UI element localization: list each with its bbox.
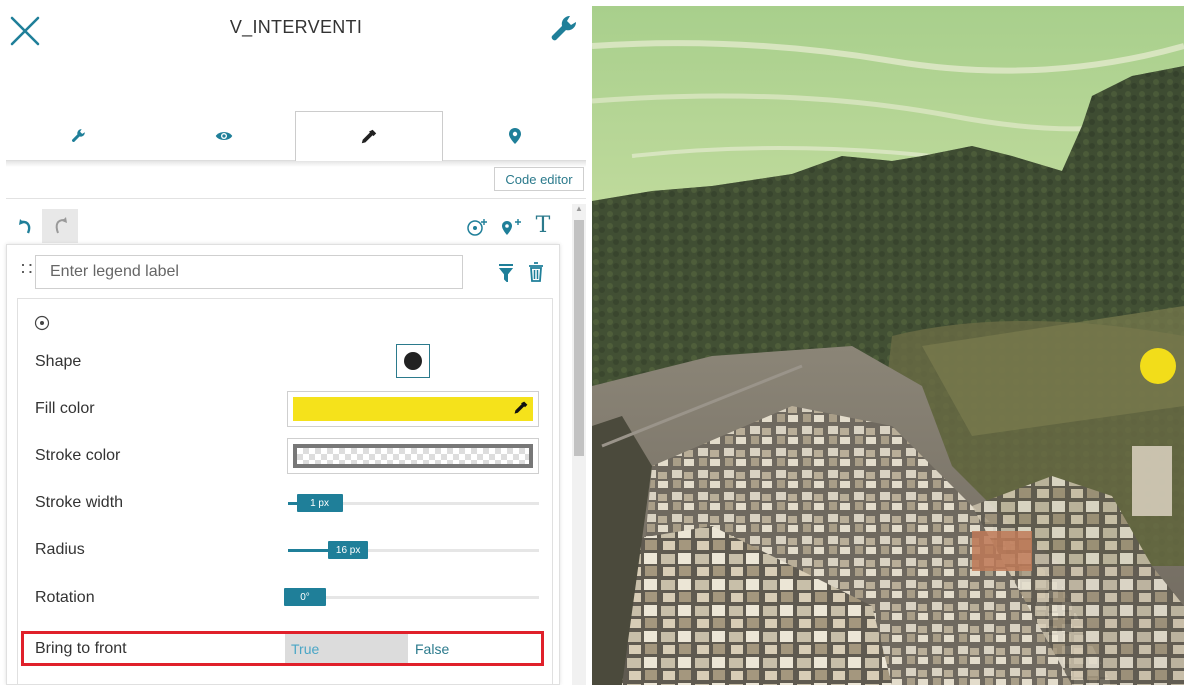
legend-item-card: ∷ Shape Fill color St	[6, 244, 560, 685]
tab-location[interactable]	[443, 111, 586, 161]
panel-title: V_INTERVENTI	[229, 17, 363, 37]
tab-style[interactable]	[295, 111, 443, 162]
map-point-marker[interactable]	[1140, 348, 1176, 384]
radius-slider[interactable]: 16 px	[288, 538, 539, 562]
stroke-color-swatch	[293, 444, 533, 468]
trash-icon[interactable]	[525, 259, 547, 285]
code-editor-button[interactable]: Code editor	[494, 167, 584, 191]
fill-color-picker[interactable]	[287, 391, 539, 427]
style-tabs	[6, 111, 586, 162]
drag-handle-icon[interactable]: ∷	[21, 254, 35, 284]
terrain-scene	[592, 6, 1184, 685]
redo-icon[interactable]	[42, 209, 78, 243]
stroke-width-label: Stroke width	[35, 494, 124, 511]
divider	[6, 198, 586, 199]
eyedropper-icon	[361, 129, 377, 143]
rotation-handle[interactable]: 0°	[284, 588, 326, 606]
rotation-label: Rotation	[35, 589, 95, 606]
wrench-icon	[71, 129, 85, 142]
filter-icon[interactable]	[495, 261, 517, 285]
circle-shape-icon	[404, 352, 422, 370]
fill-color-swatch	[293, 397, 533, 421]
wrench-icon[interactable]	[548, 12, 582, 46]
stroke-width-slider[interactable]: 1 px	[288, 491, 539, 515]
add-point-symbol-icon[interactable]	[464, 214, 490, 240]
radius-label: Radius	[35, 541, 85, 558]
add-marker-icon[interactable]	[498, 214, 524, 240]
layer-style-panel: V_INTERVENTI Code editor T ▲ ∷ Enter leg…	[0, 0, 592, 685]
panel-scrollbar[interactable]: ▲	[572, 204, 586, 685]
symbol-style-box: Shape Fill color Stroke color Stroke wid…	[17, 298, 553, 685]
eyedropper-icon	[514, 401, 528, 414]
bring-to-front-false-option[interactable]: False	[409, 634, 529, 663]
stroke-color-picker[interactable]	[287, 438, 539, 474]
bring-to-front-row: Bring to front True False	[21, 631, 544, 666]
stroke-width-handle[interactable]: 1 px	[296, 494, 343, 512]
shape-label: Shape	[35, 353, 82, 370]
bring-to-front-true-option[interactable]: True	[285, 634, 408, 663]
tab-settings[interactable]	[6, 111, 151, 161]
shape-picker-button[interactable]	[396, 344, 430, 378]
map-3d-view[interactable]	[592, 6, 1184, 685]
undo-icon[interactable]	[14, 213, 38, 241]
tab-visibility[interactable]	[151, 111, 296, 161]
eye-icon	[215, 132, 232, 140]
stroke-color-label: Stroke color	[35, 447, 121, 464]
add-text-button[interactable]: T	[530, 210, 556, 240]
map-pin-icon	[508, 128, 521, 144]
rotation-slider[interactable]: 0°	[284, 585, 539, 609]
scroll-up-arrow-icon[interactable]: ▲	[572, 204, 586, 216]
legend-label-input[interactable]	[35, 255, 463, 289]
fill-color-label: Fill color	[35, 400, 95, 417]
point-symbol-icon	[34, 315, 50, 331]
bring-to-front-label: Bring to front	[35, 640, 127, 657]
scroll-thumb[interactable]	[574, 220, 584, 456]
radius-handle[interactable]: 16 px	[328, 541, 369, 559]
